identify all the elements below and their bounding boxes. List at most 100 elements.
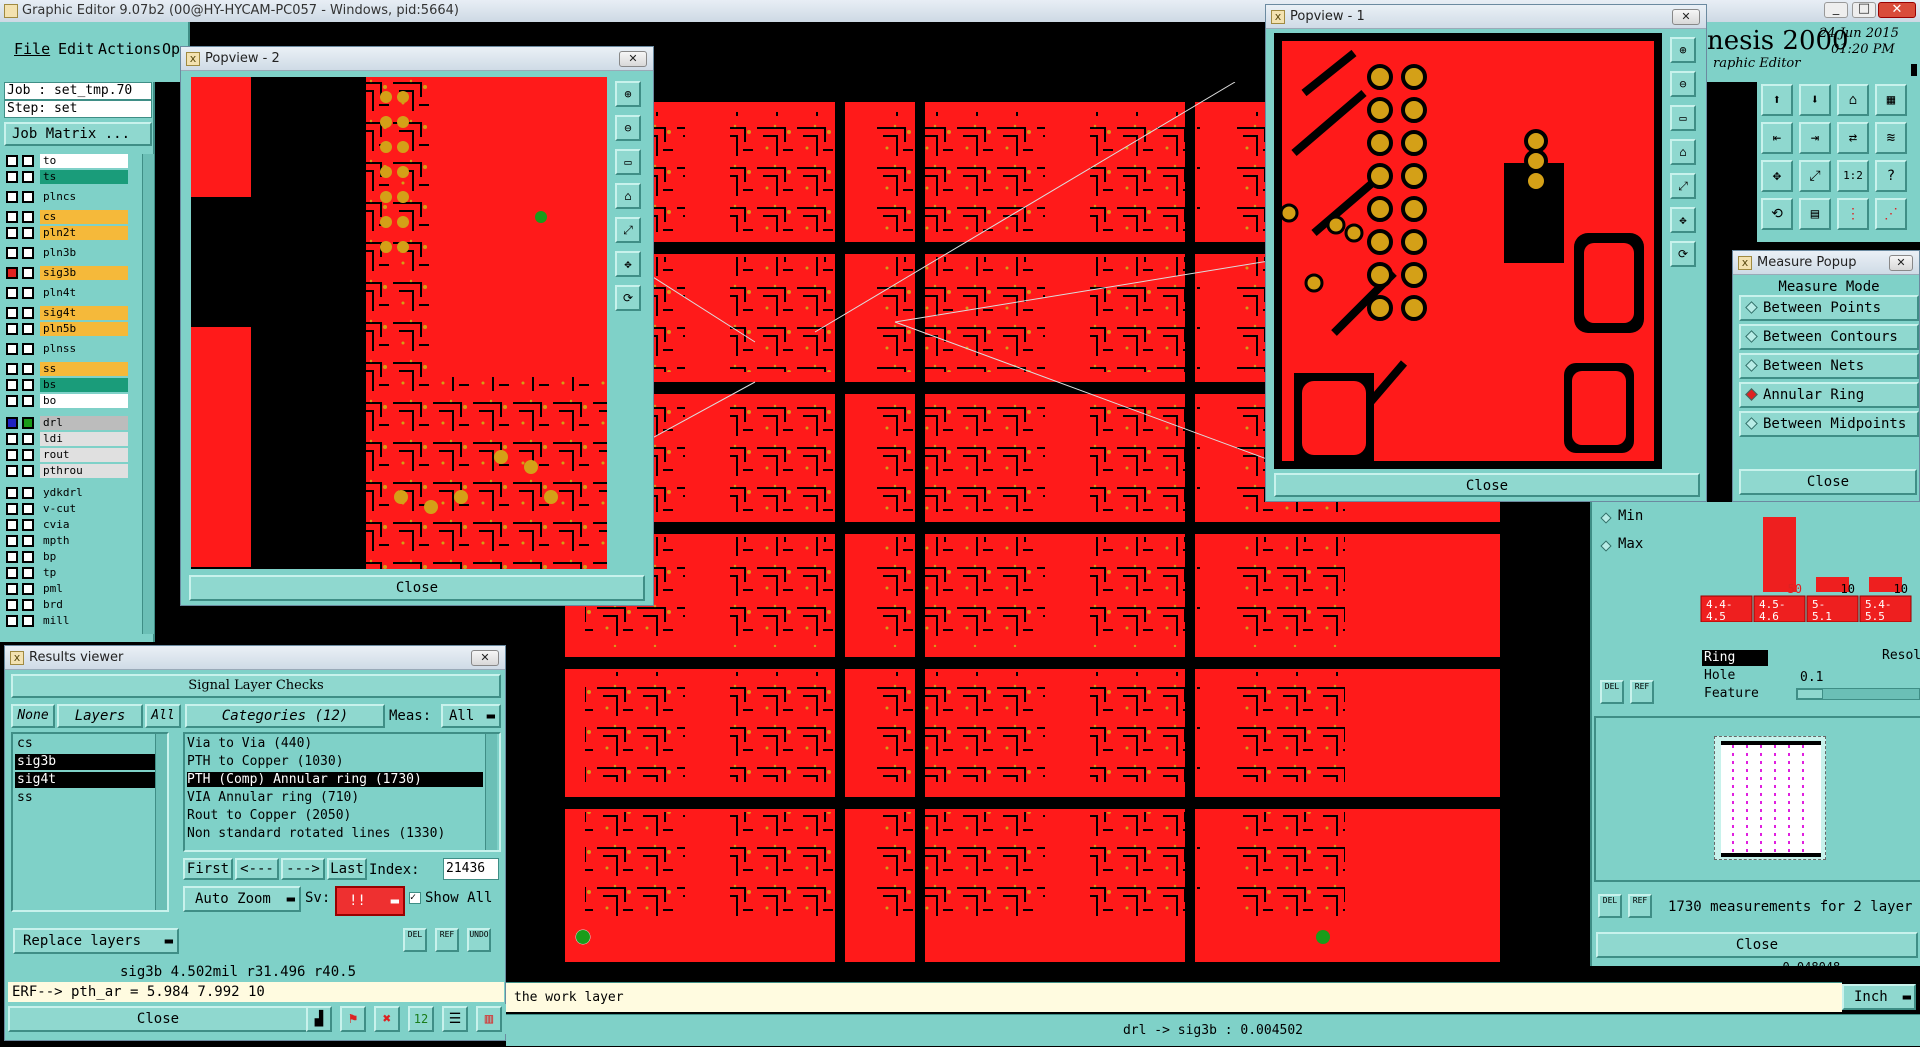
ring-item[interactable]: Hole bbox=[1702, 668, 1735, 683]
layer-row-cvia[interactable]: cvia bbox=[6, 518, 128, 532]
layer-affected-checkbox[interactable] bbox=[22, 487, 34, 499]
layer-row-tp[interactable]: tp bbox=[6, 566, 128, 580]
list-scrollbar[interactable] bbox=[485, 734, 497, 850]
job-matrix-button[interactable]: Job Matrix ... bbox=[4, 122, 152, 146]
layer-affected-checkbox[interactable] bbox=[22, 465, 34, 477]
layer-row-pln3b[interactable]: pln3b bbox=[6, 246, 128, 260]
results-viewer-close-x[interactable]: ✕ bbox=[471, 650, 499, 666]
list-icon[interactable]: ☰ bbox=[442, 1006, 468, 1032]
layer-affected-checkbox[interactable] bbox=[22, 551, 34, 563]
layer-visibility-checkbox[interactable] bbox=[6, 287, 18, 299]
layer-row-ts[interactable]: ts bbox=[6, 170, 128, 184]
layer-row-pln5b[interactable]: pln5b bbox=[6, 322, 128, 336]
radio-icon[interactable] bbox=[1600, 540, 1612, 552]
last-button[interactable]: Last bbox=[327, 858, 367, 880]
measure-popup-close-x[interactable]: ✕ bbox=[1889, 255, 1913, 271]
fit-icon[interactable]: ⤢ bbox=[615, 217, 641, 243]
menu-options[interactable]: Op bbox=[162, 40, 180, 58]
meas-dropdown[interactable]: All ▬ bbox=[441, 704, 501, 728]
layer-row-sig3b[interactable]: sig3b bbox=[6, 266, 128, 280]
layer-affected-checkbox[interactable] bbox=[22, 395, 34, 407]
redraw-icon[interactable]: ⟳ bbox=[1670, 241, 1696, 267]
zoom-in-icon[interactable]: ⊕ bbox=[615, 81, 641, 107]
layer-result-list[interactable]: cs sig3b sig4t ss bbox=[11, 732, 169, 912]
snap-icon[interactable]: ≋ bbox=[1875, 122, 1907, 154]
layer-visibility-checkbox[interactable] bbox=[6, 227, 18, 239]
layer-visibility-checkbox[interactable] bbox=[6, 519, 18, 531]
layer-visibility-checkbox[interactable] bbox=[6, 191, 18, 203]
zoom-out-icon[interactable]: ⊖ bbox=[1670, 71, 1696, 97]
move-right-icon[interactable]: ⇥ bbox=[1799, 122, 1831, 154]
del-icon[interactable]: DEL bbox=[403, 928, 427, 952]
redraw-icon[interactable]: ⟳ bbox=[615, 285, 641, 311]
layer-row-ydkdrl[interactable]: ydkdrl bbox=[6, 486, 128, 500]
layer-affected-checkbox[interactable] bbox=[22, 171, 34, 183]
layer-row-pthrou[interactable]: pthrou bbox=[6, 464, 128, 478]
number-icon[interactable]: 12 bbox=[408, 1006, 434, 1032]
ring-item-selected[interactable]: Ring bbox=[1702, 650, 1768, 666]
layers-button[interactable]: Layers bbox=[57, 704, 143, 728]
pan-icon[interactable]: ▭ bbox=[1670, 105, 1696, 131]
maximize-button[interactable]: □ bbox=[1852, 2, 1876, 18]
table-icon[interactable]: ▤ bbox=[1799, 198, 1831, 230]
layer-down-icon[interactable]: ⬇ bbox=[1799, 84, 1831, 116]
layer-affected-checkbox[interactable] bbox=[22, 287, 34, 299]
layer-visibility-checkbox[interactable] bbox=[6, 155, 18, 167]
expand-icon[interactable]: ✥ bbox=[1761, 160, 1793, 192]
layer-visibility-checkbox[interactable] bbox=[6, 307, 18, 319]
index-input[interactable]: 21436 bbox=[443, 858, 499, 880]
layer-row-mill[interactable]: mill bbox=[6, 614, 128, 628]
home-icon[interactable]: ⌂ bbox=[615, 183, 641, 209]
layer-row-plnss[interactable]: plnss bbox=[6, 342, 128, 356]
layer-row-pln2t[interactable]: pln2t bbox=[6, 226, 128, 240]
prev-button[interactable]: <--- bbox=[235, 858, 279, 880]
layer-affected-checkbox[interactable] bbox=[22, 307, 34, 319]
layer-affected-checkbox[interactable] bbox=[22, 567, 34, 579]
first-button[interactable]: First bbox=[183, 858, 233, 880]
layer-visibility-checkbox[interactable] bbox=[6, 247, 18, 259]
layer-visibility-checkbox[interactable] bbox=[6, 599, 18, 611]
layer-visibility-checkbox[interactable] bbox=[6, 379, 18, 391]
layer-visibility-checkbox[interactable] bbox=[6, 395, 18, 407]
chart-icon[interactable]: ▟ bbox=[306, 1006, 332, 1032]
layer-affected-checkbox[interactable] bbox=[22, 363, 34, 375]
mirror-icon[interactable]: ⇄ bbox=[1837, 122, 1869, 154]
layer-row-v-cut[interactable]: v-cut bbox=[6, 502, 128, 516]
net-icon[interactable]: ⋰ bbox=[1875, 198, 1907, 230]
popview-2-view[interactable] bbox=[191, 77, 607, 569]
layer-row-to[interactable]: to bbox=[6, 154, 128, 168]
layer-affected-checkbox[interactable] bbox=[22, 155, 34, 167]
radio-icon[interactable] bbox=[1600, 512, 1612, 524]
drill-icon[interactable]: ⋮ bbox=[1837, 198, 1869, 230]
layer-row-drl[interactable]: drl bbox=[6, 416, 128, 430]
layer-visibility-checkbox[interactable] bbox=[6, 503, 18, 515]
layer-affected-checkbox[interactable] bbox=[22, 417, 34, 429]
layer-affected-checkbox[interactable] bbox=[22, 211, 34, 223]
list-item[interactable]: ss bbox=[15, 790, 155, 806]
next-button[interactable]: ---> bbox=[281, 858, 325, 880]
layer-visibility-checkbox[interactable] bbox=[6, 171, 18, 183]
auto-zoom-dropdown[interactable]: Auto Zoom ▬ bbox=[183, 886, 301, 912]
layer-visibility-checkbox[interactable] bbox=[6, 323, 18, 335]
layer-row-bs[interactable]: bs bbox=[6, 378, 128, 392]
layer-affected-checkbox[interactable] bbox=[22, 267, 34, 279]
ratio-icon[interactable]: 1:2 bbox=[1837, 160, 1869, 192]
measure-popup-close-button[interactable]: Close bbox=[1739, 469, 1917, 495]
layer-affected-checkbox[interactable] bbox=[22, 449, 34, 461]
layer-row-bo[interactable]: bo bbox=[6, 394, 128, 408]
pan-icon[interactable]: ▭ bbox=[615, 149, 641, 175]
list-scrollbar[interactable] bbox=[155, 734, 167, 910]
layer-affected-checkbox[interactable] bbox=[22, 191, 34, 203]
layer-affected-checkbox[interactable] bbox=[22, 519, 34, 531]
zoom-area-icon[interactable]: ✥ bbox=[615, 251, 641, 277]
layer-up-icon[interactable]: ⬆ bbox=[1761, 84, 1793, 116]
list-item[interactable]: VIA Annular ring (710) bbox=[187, 790, 359, 805]
list-item[interactable]: cs bbox=[15, 736, 155, 752]
zoom-out-icon[interactable]: ⊖ bbox=[615, 115, 641, 141]
window-close-button[interactable]: ✕ bbox=[1878, 2, 1916, 18]
layer-affected-checkbox[interactable] bbox=[22, 535, 34, 547]
list-item-selected[interactable]: sig3b bbox=[15, 754, 155, 770]
del-icon[interactable]: DEL bbox=[1600, 680, 1624, 704]
del-icon[interactable]: DEL bbox=[1598, 894, 1622, 918]
ref-icon[interactable]: REF bbox=[435, 928, 459, 952]
